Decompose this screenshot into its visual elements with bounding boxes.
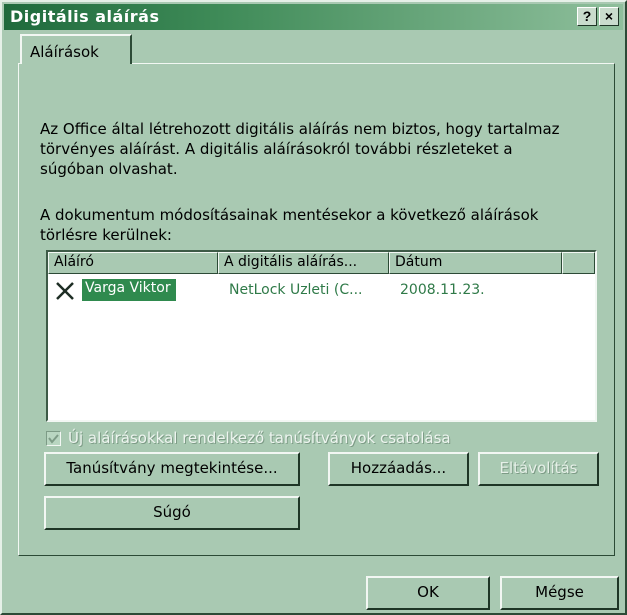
- notice-text-line-1: A dokumentum módosításainak mentésekor a…: [40, 206, 539, 224]
- title-bar[interactable]: Digitális aláírás ? ×: [4, 4, 623, 30]
- tab-signatures[interactable]: Aláírások: [20, 34, 132, 64]
- column-header-signer[interactable]: Aláíró: [48, 252, 218, 274]
- attach-certificates-label: Új aláírásokkal rendelkező tanúsítványok…: [68, 429, 451, 447]
- help-button[interactable]: Súgó: [44, 496, 300, 530]
- close-title-button[interactable]: ×: [599, 7, 619, 26]
- ok-button[interactable]: OK: [366, 576, 490, 610]
- attach-certificates-checkbox[interactable]: [46, 431, 61, 446]
- issuer-cell: NetLock Uzleti (C...: [229, 282, 363, 298]
- invalid-signature-icon: [56, 282, 74, 300]
- info-text-line-1: Az Office által létrehozott digitális al…: [40, 120, 560, 138]
- dialog-window: Digitális aláírás ? × Aláírások Az Offic…: [0, 0, 627, 615]
- window-title: Digitális aláírás: [10, 7, 160, 26]
- date-cell: 2008.11.23.: [400, 282, 485, 298]
- info-text-line-3: súgóban olvashat.: [40, 160, 178, 178]
- column-header-date[interactable]: Dátum: [389, 252, 562, 274]
- remove-button[interactable]: Eltávolítás: [478, 452, 599, 486]
- column-header-empty: [562, 252, 595, 274]
- column-header-signature[interactable]: A digitális aláírás...: [218, 252, 389, 274]
- help-title-button[interactable]: ?: [577, 7, 597, 26]
- notice-text-line-2: törlésre kerülnek:: [40, 226, 172, 244]
- cancel-button[interactable]: Mégse: [500, 576, 619, 610]
- view-certificate-button[interactable]: Tanúsítvány megtekintése...: [44, 452, 300, 486]
- signer-name-cell[interactable]: Varga Viktor: [82, 279, 176, 301]
- add-button[interactable]: Hozzáadás...: [328, 452, 469, 486]
- info-text-line-2: törvényes aláírást. A digitális aláíráso…: [40, 140, 513, 158]
- checkmark-icon: [48, 434, 59, 444]
- signatures-list[interactable]: Aláíró A digitális aláírás... Dátum Varg…: [46, 250, 597, 422]
